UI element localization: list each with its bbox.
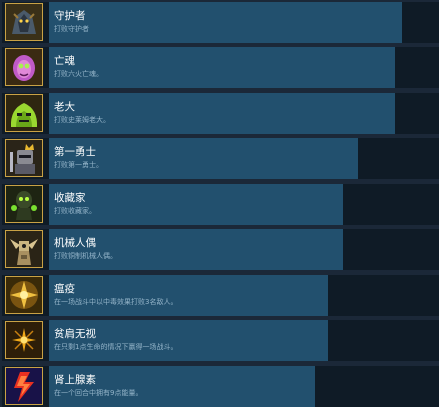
progress-bar <box>49 229 343 270</box>
achievement-row[interactable]: 机械人偶 打败铜制机械人偶。 <box>2 229 439 270</box>
achievement-name: 老大 <box>54 101 75 113</box>
achievement-row[interactable]: 贫肩无视 在只剩1点生命的情况下赢得一场战斗。 <box>2 320 439 361</box>
achievement-row[interactable]: 肾上腺素 在一个回合中拥有9点能量。 <box>2 366 439 407</box>
lost-soul-icon <box>5 48 43 86</box>
first-warrior-icon <box>5 139 43 177</box>
achievement-name: 机械人偶 <box>54 237 96 249</box>
achievement-name: 守护者 <box>54 10 86 22</box>
boss-slime-icon <box>5 94 43 132</box>
progress-bar <box>49 2 402 43</box>
progress-bar <box>49 275 328 316</box>
achievement-row[interactable]: 收藏家 打败收藏家。 <box>2 184 439 225</box>
achievement-row[interactable]: 老大 打败史莱姆老大。 <box>2 93 439 134</box>
adrenaline-icon <box>5 367 43 405</box>
progress-bar <box>49 320 328 361</box>
achievement-row[interactable]: 瘟疫 在一场战斗中以中毒效果打败3名敌人。 <box>2 275 439 316</box>
progress-bar <box>49 366 315 407</box>
achievement-description: 在一个回合中拥有9点能量。 <box>54 389 143 397</box>
achievement-row[interactable]: 第一勇士 打败第一勇士。 <box>2 138 439 179</box>
achievement-name: 第一勇士 <box>54 146 96 158</box>
collector-icon <box>5 185 43 223</box>
progress-bar <box>49 138 358 179</box>
achievement-row[interactable]: 守护者 打败守护者 <box>2 2 439 43</box>
plague-icon <box>5 276 43 314</box>
achievement-description: 在一场战斗中以中毒效果打败3名敌人。 <box>54 298 178 306</box>
achievement-description: 打败第一勇士。 <box>54 161 103 169</box>
achievement-description: 打败六火亡魂。 <box>54 70 103 78</box>
progress-bar <box>49 47 395 88</box>
achievement-name: 亡魂 <box>54 55 75 67</box>
achievement-name: 贫肩无视 <box>54 328 96 340</box>
achievement-name: 瘟疫 <box>54 283 75 295</box>
one-hp-icon <box>5 321 43 359</box>
achievement-name: 肾上腺素 <box>54 374 96 386</box>
achievement-name: 收藏家 <box>54 192 86 204</box>
achievement-description: 打败铜制机械人偶。 <box>54 252 117 260</box>
achievements-list: 守护者 打败守护者 亡魂 打败六火亡魂。 老大 打败史莱姆老大。 第一勇士 打败… <box>0 0 439 407</box>
progress-bar <box>49 184 343 225</box>
achievement-description: 在只剩1点生命的情况下赢得一场战斗。 <box>54 343 178 351</box>
achievement-description: 打败收藏家。 <box>54 207 96 215</box>
automaton-icon <box>5 230 43 268</box>
guardian-icon <box>5 3 43 41</box>
progress-bar <box>49 93 395 134</box>
achievement-description: 打败史莱姆老大。 <box>54 116 110 124</box>
achievement-description: 打败守护者 <box>54 25 89 33</box>
achievement-row[interactable]: 亡魂 打败六火亡魂。 <box>2 47 439 88</box>
